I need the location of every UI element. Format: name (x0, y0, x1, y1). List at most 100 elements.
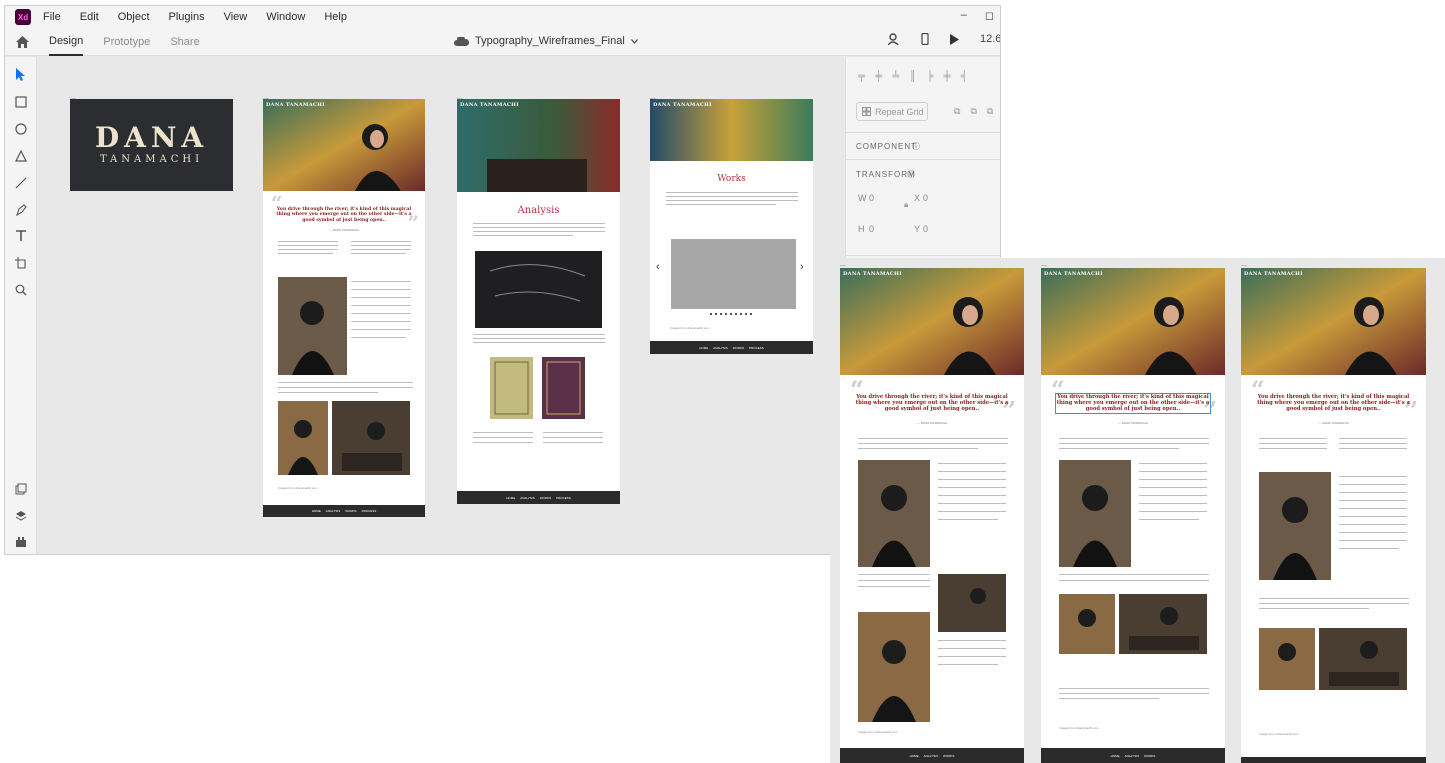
select-tool-icon[interactable] (13, 66, 29, 82)
rectangle-tool-icon[interactable] (13, 94, 29, 110)
menu-edit[interactable]: Edit (80, 11, 99, 23)
menu-help[interactable]: Help (324, 11, 347, 23)
homepage-artboard-a[interactable]: DANA TANAMACHI “ ” You drive through the… (840, 268, 1024, 763)
plugins-panel-icon[interactable] (13, 534, 29, 550)
align-right-icon[interactable]: ╡ (961, 71, 968, 82)
footer-link-works[interactable]: WORKS (540, 496, 551, 500)
copy-icon[interactable]: ⧉ (954, 106, 960, 117)
height-field[interactable]: 0 (869, 224, 874, 234)
menu-file[interactable]: File (43, 11, 61, 23)
ellipse-tool-icon[interactable] (13, 121, 29, 137)
align-center-icon[interactable]: ╪ (943, 71, 950, 82)
footer-link-home[interactable]: HOME (506, 496, 515, 500)
minimize-button[interactable]: – (961, 9, 967, 22)
restore-button[interactable]: ◻ (985, 9, 994, 22)
align-middle-icon[interactable]: ╪ (875, 71, 882, 82)
carousel-slide-placeholder[interactable] (671, 239, 796, 309)
pen-tool-icon[interactable] (13, 202, 29, 218)
homepage-artboard-c[interactable]: DANA TANAMACHI “ ” You drive through the… (1241, 268, 1426, 763)
design-canvas[interactable]: ... DANA TANAMACHI ... DANA TANAMACHI “ … (37, 57, 844, 554)
footer-link-process[interactable]: PROCESS (556, 496, 571, 500)
body-text (666, 200, 798, 201)
carousel-dots[interactable] (710, 313, 754, 315)
info-icon[interactable]: ⓘ (907, 169, 915, 180)
footer-link-works[interactable]: WORKS (733, 346, 744, 350)
studio-photo (1319, 628, 1407, 690)
logo-artboard[interactable]: DANA TANAMACHI (70, 99, 233, 191)
layers-panel-icon[interactable] (13, 508, 29, 524)
studio-photo (332, 401, 410, 475)
mural-photo (457, 99, 620, 192)
x-label: X (914, 193, 921, 203)
polygon-tool-icon[interactable] (13, 148, 29, 164)
x-field[interactable]: 0 (923, 193, 928, 203)
footer-link-process[interactable]: PROCESS (362, 509, 377, 513)
menu-view[interactable]: View (224, 11, 248, 23)
body-text (938, 511, 1006, 512)
zoomed-canvas[interactable]: ... DANA TANAMACHI “ ” You drive through… (830, 258, 1445, 763)
group-icon[interactable]: ⧉ (987, 106, 993, 117)
text-tool-icon[interactable] (13, 228, 29, 244)
distribute-icon[interactable]: ║ (909, 71, 916, 82)
footer-link-analysis[interactable]: ANALYSIS (326, 509, 340, 513)
footer-link-home[interactable]: HOME (312, 509, 321, 513)
info-icon[interactable]: ⓘ (912, 141, 920, 152)
body-text (351, 329, 411, 330)
footer-link-analysis[interactable]: ANALYSIS (1125, 754, 1139, 758)
works-artboard[interactable]: DANA TANAMACHI Works ‹ › Images from dta… (650, 99, 813, 354)
footer-link-process[interactable]: PROCESS (749, 346, 764, 350)
duplicate-icon[interactable]: ⧉ (970, 106, 976, 117)
mobile-preview-icon[interactable] (921, 33, 929, 45)
footer-link-analysis[interactable]: ANALYSIS (520, 496, 534, 500)
footer-link-analysis[interactable]: ANALYSIS (924, 754, 938, 758)
homepage-artboard[interactable]: DANA TANAMACHI “ ” You drive through the… (263, 99, 425, 517)
body-text (1059, 438, 1209, 439)
studio-photo (1119, 594, 1207, 654)
repeat-grid-button[interactable]: Repeat Grid (856, 102, 928, 121)
line-tool-icon[interactable] (13, 175, 29, 191)
body-text (1139, 479, 1207, 480)
footer-link-works[interactable]: WORKS (943, 754, 954, 758)
y-field[interactable]: 0 (923, 224, 928, 234)
carousel-next-icon[interactable]: › (800, 261, 804, 273)
footer-link-home[interactable]: HOME (1111, 754, 1120, 758)
pull-quote-selected[interactable]: You drive through the river; it's kind o… (1054, 393, 1212, 414)
menu-plugins[interactable]: Plugins (169, 11, 205, 23)
footer-link-home[interactable]: HOME (699, 346, 708, 350)
tab-share[interactable]: Share (170, 28, 199, 56)
zoom-tool-icon[interactable] (13, 282, 29, 298)
align-bottom-icon[interactable]: ╧ (892, 71, 899, 82)
homepage-artboard-b[interactable]: DANA TANAMACHI “ ” You drive through the… (1041, 268, 1225, 763)
window-controls: – ◻ (961, 9, 994, 22)
play-icon[interactable] (950, 33, 959, 45)
tab-design[interactable]: Design (49, 28, 84, 56)
artboard-tool-icon[interactable] (13, 255, 29, 271)
carousel-prev-icon[interactable]: ‹ (656, 261, 660, 273)
body-text (938, 648, 1006, 649)
body-text (858, 448, 978, 449)
body-text (543, 442, 603, 443)
body-text (938, 479, 1006, 480)
home-icon[interactable] (5, 35, 39, 48)
body-text (1339, 492, 1407, 493)
tab-prototype[interactable]: Prototype (103, 28, 150, 56)
align-left-icon[interactable]: ╞ (926, 71, 933, 82)
align-top-icon[interactable]: ╤ (858, 71, 865, 82)
footer-link-home[interactable]: HOME (910, 754, 919, 758)
body-text (351, 321, 411, 322)
menu-window[interactable]: Window (266, 11, 305, 23)
pull-quote: You drive through the river; it's kind o… (276, 207, 412, 223)
user-share-icon[interactable] (888, 33, 900, 45)
lock-aspect-icon[interactable]: 🔒︎ (904, 200, 908, 210)
work-photo (1059, 594, 1115, 654)
footer-link-analysis[interactable]: ANALYSIS (713, 346, 727, 350)
body-text (1339, 516, 1407, 517)
width-field[interactable]: 0 (869, 193, 874, 203)
zoom-level[interactable]: 12.65 (980, 33, 1000, 45)
footer-link-works[interactable]: WORKS (345, 509, 356, 513)
document-title-dropdown[interactable]: Typography_Wireframes_Final (454, 35, 638, 47)
analysis-artboard[interactable]: DANA TANAMACHI Analysis HOME ANALYSIS WO… (457, 99, 620, 504)
assets-panel-icon[interactable] (13, 481, 29, 497)
menu-object[interactable]: Object (118, 11, 150, 23)
footer-link-works[interactable]: WORKS (1144, 754, 1155, 758)
